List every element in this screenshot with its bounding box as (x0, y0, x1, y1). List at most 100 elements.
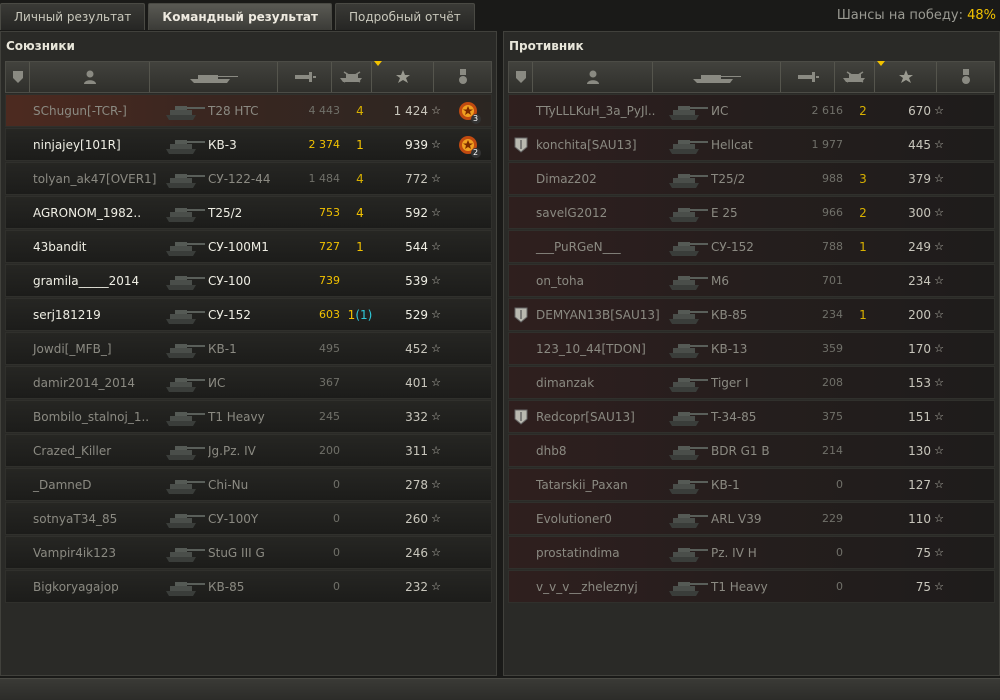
table-row[interactable]: v_v_v__zheleznyj T1 Heavy 0 75 ☆ (508, 570, 995, 603)
kills-value: 1 (340, 240, 380, 254)
table-row[interactable]: tolyan_ak47[OVER1] СУ-122-44 1 484 4 772 ☆ (5, 162, 492, 195)
tank-icon (663, 401, 711, 432)
table-row[interactable]: dimanzak Tiger I 208 153 ☆ (508, 366, 995, 399)
table-row[interactable]: Bigkoryagajop КВ-85 0 232 ☆ (5, 570, 492, 603)
player-name[interactable]: AGRONOM_1982.. (30, 206, 160, 220)
player-name[interactable]: gramila_____2014 (30, 274, 160, 288)
squad-cell (6, 469, 30, 500)
tank-icon (160, 265, 208, 296)
kills-column-icon[interactable] (835, 62, 875, 92)
table-row[interactable]: Vampir4ik123 StuG III G 0 246 ☆ (5, 536, 492, 569)
player-name[interactable]: prostatindima (533, 546, 663, 560)
xp-value: 300 (908, 205, 931, 220)
player-name[interactable]: Evolutioner0 (533, 512, 663, 526)
tank-column-icon[interactable] (653, 62, 781, 92)
table-row[interactable]: prostatindima Pz. IV H 0 75 ☆ (508, 536, 995, 569)
player-name[interactable]: Tatarskii_Paxan (533, 478, 663, 492)
player-name[interactable]: ninjajey[101R] (30, 138, 160, 152)
player-name[interactable]: v_v_v__zheleznyj (533, 580, 663, 594)
table-row[interactable]: DEMYAN13B[SAU13] КВ-85 234 1 200 ☆ (508, 298, 995, 331)
player-name[interactable]: on_toha (533, 274, 663, 288)
kills-value: 3 (843, 172, 883, 186)
table-row[interactable]: on_toha M6 701 234 ☆ (508, 264, 995, 297)
tank-name: КВ-1 (711, 477, 740, 492)
medal-column-icon[interactable] (937, 62, 994, 92)
squad-column-icon[interactable] (6, 62, 30, 92)
player-name[interactable]: Vampir4ik123 (30, 546, 160, 560)
xp-value: 278 (405, 477, 428, 492)
table-row[interactable]: TTyLLLKuH_3a_PyJl.. ИС 2 616 2 670 ☆ (508, 94, 995, 127)
player-name[interactable]: dhb8 (533, 444, 663, 458)
kills-count: 1 (356, 239, 364, 254)
table-row[interactable]: SChugun[-TCR-] T28 HTC 4 443 4 1 424 ☆ 3 (5, 94, 492, 127)
player-name[interactable]: Jowdi[_MFB_] (30, 342, 160, 356)
kills-column-icon[interactable] (332, 62, 372, 92)
table-row[interactable]: Evolutioner0 ARL V39 229 110 ☆ (508, 502, 995, 535)
table-row[interactable]: 123_10_44[TDON] КВ-13 359 170 ☆ (508, 332, 995, 365)
player-column-icon[interactable] (533, 62, 653, 92)
xp-star-icon: ☆ (934, 478, 944, 491)
tab-personal-result[interactable]: Личный результат (0, 3, 146, 30)
xp-column-icon[interactable] (372, 61, 434, 92)
player-column-icon[interactable] (30, 62, 150, 92)
table-row[interactable]: Dimaz202 T25/2 988 3 379 ☆ (508, 162, 995, 195)
player-name[interactable]: Dimaz202 (533, 172, 663, 186)
squad-column-icon[interactable] (509, 62, 533, 92)
tank-name: T28 HTC (208, 103, 259, 118)
table-row[interactable]: dhb8 BDR G1 B 214 130 ☆ (508, 434, 995, 467)
table-row[interactable]: 43bandit СУ-100М1 727 1 544 ☆ (5, 230, 492, 263)
xp-value: 544 (405, 239, 428, 254)
xp-star-icon: ☆ (934, 308, 944, 321)
tank-icon (160, 333, 208, 364)
player-name[interactable]: _DamneD (30, 478, 160, 492)
player-name[interactable]: Bigkoryagajop (30, 580, 160, 594)
tank-icon (663, 333, 711, 364)
player-name[interactable]: sotnyaT34_85 (30, 512, 160, 526)
xp-column-icon[interactable] (875, 61, 937, 92)
player-name[interactable]: DEMYAN13B[SAU13] (533, 308, 663, 322)
player-name[interactable]: SChugun[-TCR-] (30, 104, 160, 118)
tank-name: StuG III G (208, 545, 265, 560)
medal-column-icon[interactable] (434, 62, 491, 92)
player-name[interactable]: 123_10_44[TDON] (533, 342, 663, 356)
player-name[interactable]: Crazed_Killer (30, 444, 160, 458)
tank-icon (663, 435, 711, 466)
player-name[interactable]: Redcopr[SAU13] (533, 410, 663, 424)
kills-value: 4 (340, 206, 380, 220)
player-name[interactable]: TTyLLLKuH_3a_PyJl.. (533, 104, 663, 118)
player-name[interactable]: damir2014_2014 (30, 376, 160, 390)
table-row[interactable]: Redcopr[SAU13] T-34-85 375 151 ☆ (508, 400, 995, 433)
player-name[interactable]: dimanzak (533, 376, 663, 390)
table-row[interactable]: serj181219 СУ-152 603 1(1) 529 ☆ (5, 298, 492, 331)
table-row[interactable]: gramila_____2014 СУ-100 739 539 ☆ (5, 264, 492, 297)
player-name[interactable]: Bombilo_stalnoj_1.. (30, 410, 160, 424)
medal-icon[interactable]: 3 (457, 100, 481, 124)
table-row[interactable]: ___PuRGeN___ СУ-152 788 1 249 ☆ (508, 230, 995, 263)
table-row[interactable]: konchita[SAU13] Hellcat 1 977 445 ☆ (508, 128, 995, 161)
table-row[interactable]: AGRONOM_1982.. T25/2 753 4 592 ☆ (5, 196, 492, 229)
tab-detailed-report[interactable]: Подробный отчёт (334, 3, 475, 30)
player-name[interactable]: savelG2012 (533, 206, 663, 220)
player-name[interactable]: serj181219 (30, 308, 160, 322)
medal-icon[interactable]: 2 (457, 134, 481, 158)
table-row[interactable]: savelG2012 E 25 966 2 300 ☆ (508, 196, 995, 229)
damage-column-icon[interactable] (278, 62, 332, 92)
player-name[interactable]: tolyan_ak47[OVER1] (30, 172, 160, 186)
table-row[interactable]: Crazed_Killer Jg.Pz. IV 200 311 ☆ (5, 434, 492, 467)
player-name[interactable]: konchita[SAU13] (533, 138, 663, 152)
player-name[interactable]: ___PuRGeN___ (533, 240, 663, 254)
squad-cell (509, 571, 533, 602)
player-name[interactable]: 43bandit (30, 240, 160, 254)
table-row[interactable]: Jowdi[_MFB_] КВ-1 495 452 ☆ (5, 332, 492, 365)
tab-team-result[interactable]: Командный результат (148, 3, 332, 30)
table-row[interactable]: Tatarskii_Paxan КВ-1 0 127 ☆ (508, 468, 995, 501)
tank-column-icon[interactable] (150, 62, 278, 92)
table-row[interactable]: damir2014_2014 ИС 367 401 ☆ (5, 366, 492, 399)
table-row[interactable]: Bombilo_stalnoj_1.. T1 Heavy 245 332 ☆ (5, 400, 492, 433)
table-row[interactable]: sotnyaT34_85 СУ-100Y 0 260 ☆ (5, 502, 492, 535)
table-row[interactable]: _DamneD Chi-Nu 0 278 ☆ (5, 468, 492, 501)
damage-column-icon[interactable] (781, 62, 835, 92)
medal-count: 2 (470, 147, 481, 158)
tank-icon (663, 299, 711, 330)
table-row[interactable]: ninjajey[101R] КВ-3 2 374 1 939 ☆ 2 (5, 128, 492, 161)
